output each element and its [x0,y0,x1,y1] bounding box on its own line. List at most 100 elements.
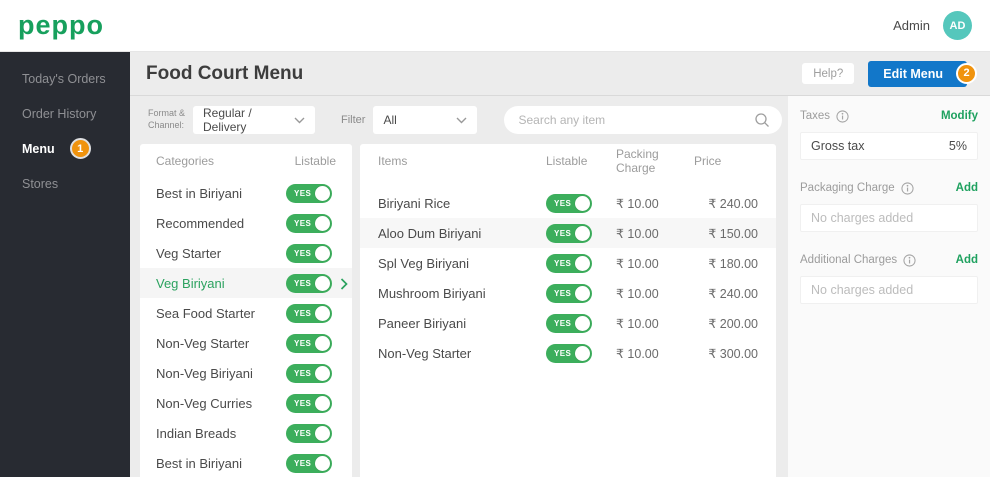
packing-charge-value: ₹ 10.00 [616,286,659,301]
sidebar-item-label: Stores [22,176,59,191]
listable-toggle[interactable]: YES [286,213,332,233]
category-name: Best in Biriyani [156,455,242,471]
toggle-knob [315,275,330,291]
price-value: ₹ 240.00 [708,286,758,301]
items-column-header: Items [378,154,408,168]
sidebar: Today's Orders Order History Menu 1 Stor… [0,52,130,477]
item-name: Mushroom Biriyani [378,285,486,301]
edit-menu-button[interactable]: Edit Menu [868,60,967,87]
category-row[interactable]: Non-Veg Curries YES [140,388,352,418]
listable-toggle[interactable]: YES [286,273,332,293]
add-packaging-charge-link[interactable]: Add [956,182,978,194]
sidebar-item-menu[interactable]: Menu 1 [0,131,130,166]
sidebar-item-todays-orders[interactable]: Today's Orders [0,61,130,96]
menu-count-badge: 1 [69,138,91,159]
items-header: Items Listable Packing Charge Price [360,144,776,178]
listable-toggle[interactable]: YES [286,393,332,413]
category-name: Best in Biriyani [156,185,242,201]
category-row-selected[interactable]: Veg Biriyani YES [140,268,352,298]
help-button[interactable]: Help? [802,63,855,84]
listable-toggle[interactable]: YES [546,313,592,333]
additional-charges-label: Additional Charges [800,254,898,266]
category-row[interactable]: Best in Biriyani YES [140,178,352,208]
toggle-knob [575,255,590,271]
sidebar-item-label: Order History [22,106,97,121]
packing-charge-value: ₹ 10.00 [616,226,659,241]
toggle-knob [575,285,590,301]
toggle-knob [575,195,590,211]
info-icon[interactable] [903,253,916,267]
listable-toggle[interactable]: YES [286,243,332,263]
sidebar-item-stores[interactable]: Stores [0,166,130,201]
listable-toggle[interactable]: YES [286,303,332,323]
category-name: Non-Veg Biriyani [156,365,253,381]
price-value: ₹ 150.00 [708,226,758,241]
format-channel-value: Regular / Delivery [203,106,252,134]
toggle-knob [315,245,330,261]
empty-charges-text: No charges added [811,283,914,297]
item-row: Aloo Dum Biriyani YES ₹ 10.00 ₹ 150.00 [360,218,776,248]
modify-taxes-link[interactable]: Modify [941,110,978,122]
listable-toggle[interactable]: YES [286,423,332,443]
search-input[interactable] [516,112,755,128]
item-name: Biriyani Rice [378,195,451,211]
page-title: Food Court Menu [146,62,304,84]
listable-column-header: Listable [546,154,588,168]
format-channel-select[interactable]: Regular / Delivery [193,106,316,134]
category-row[interactable]: Sea Food Starter YES [140,298,352,328]
category-row[interactable]: Indian Breads YES [140,418,352,448]
info-icon[interactable] [836,109,849,123]
chevron-down-icon [456,117,467,124]
filter-select[interactable]: All [373,106,478,134]
add-additional-charge-link[interactable]: Add [956,254,978,266]
filter-bar: Format & Channel: Regular / Delivery Fil… [130,96,788,144]
price-value: ₹ 200.00 [708,316,758,331]
chevron-down-icon [294,117,305,124]
listable-toggle[interactable]: YES [546,343,592,363]
sidebar-item-order-history[interactable]: Order History [0,96,130,131]
item-name: Spl Veg Biriyani [378,255,470,271]
listable-toggle[interactable]: YES [546,223,592,243]
listable-toggle[interactable]: YES [286,453,332,473]
admin-label: Admin [893,18,930,33]
category-row[interactable]: Veg Starter YES [140,238,352,268]
toggle-knob [315,335,330,351]
listable-toggle[interactable]: YES [286,333,332,353]
toggle-knob [315,425,330,441]
category-name: Sea Food Starter [156,305,255,321]
item-name: Aloo Dum Biriyani [378,225,482,241]
app-header: peppo Admin AD [0,0,990,52]
listable-toggle[interactable]: YES [546,283,592,303]
charges-panel: Taxes Modify Gross tax 5% Packaging Char… [788,96,990,477]
format-channel-label: Format & Channel: [148,108,186,130]
categories-header: Categories Listable [140,144,352,178]
category-row[interactable]: Non-Veg Biriyani YES [140,358,352,388]
category-row[interactable]: Non-Veg Starter YES [140,328,352,358]
empty-charges-text: No charges added [811,211,914,225]
listable-column-header: Listable [294,154,336,168]
listable-toggle[interactable]: YES [546,253,592,273]
toggle-knob [315,185,330,201]
categories-panel: Categories Listable Best in Biriyani YES… [140,144,352,477]
search-icon[interactable] [754,112,770,128]
item-row: Non-Veg Starter YES ₹ 10.00 ₹ 300.00 [360,338,776,368]
category-row[interactable]: Best in Biriyani YES [140,448,352,477]
app-window: peppo Admin AD Today's Orders Order Hist… [0,0,990,477]
sidebar-item-label: Menu [22,141,55,156]
tax-value: 5% [948,139,967,153]
item-row: Biriyani Rice YES ₹ 10.00 ₹ 240.00 [360,188,776,218]
filter-label: Filter [341,114,366,126]
listable-toggle[interactable]: YES [546,193,592,213]
filter-value: All [383,113,397,127]
item-name: Paneer Biriyani [378,315,467,331]
user-avatar[interactable]: AD [943,11,972,40]
listable-toggle[interactable]: YES [286,363,332,383]
item-row: Spl Veg Biriyani YES ₹ 10.00 ₹ 180.00 [360,248,776,278]
item-name: Non-Veg Starter [378,345,472,361]
listable-toggle[interactable]: YES [286,183,332,203]
info-icon[interactable] [901,181,914,195]
packing-charge-value: ₹ 10.00 [616,346,659,361]
packaging-charge-section: Packaging Charge Add No charges added [800,179,978,232]
toggle-knob [315,365,330,381]
category-row[interactable]: Recommended YES [140,208,352,238]
